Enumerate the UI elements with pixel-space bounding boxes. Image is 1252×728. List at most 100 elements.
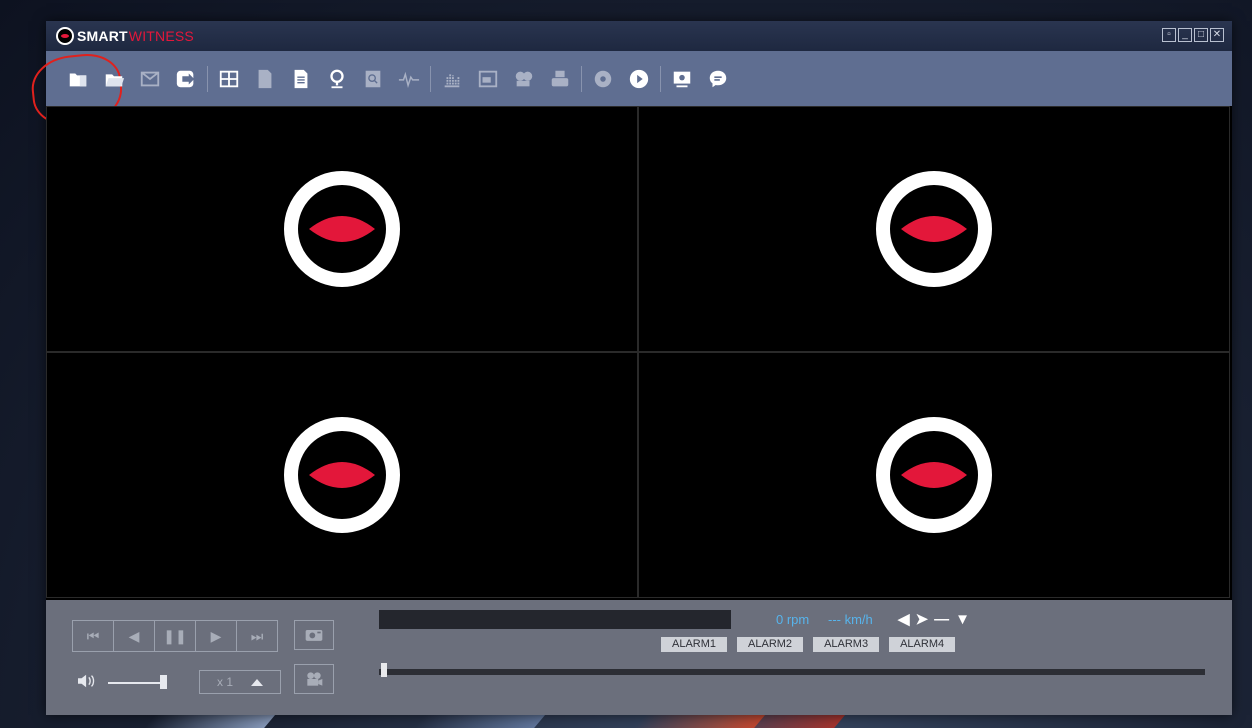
settings-monitor-button[interactable] <box>664 59 700 99</box>
chart-icon <box>444 73 460 87</box>
video-channel-2[interactable] <box>638 106 1230 352</box>
volume-slider-thumb[interactable] <box>160 675 167 689</box>
timeline-track[interactable] <box>379 669 1205 675</box>
rpm-readout: 0 rpm <box>776 612 810 627</box>
alarm-indicators: ALARM1 ALARM2 ALARM3 ALARM4 <box>661 637 956 652</box>
document-icon <box>258 69 272 88</box>
down-arrow-icon: ▼ <box>955 610 970 628</box>
video-channel-1[interactable] <box>46 106 638 352</box>
open-file-icon <box>105 73 125 86</box>
left-arrow-icon: ◀ <box>898 611 910 628</box>
email-icon <box>140 71 160 86</box>
playback-button-group: ⏮ ◀ ❚❚ ▶ ⏭ <box>72 620 278 652</box>
skip-to-start-button[interactable]: ⏮ <box>73 621 114 651</box>
toolbar-separator <box>430 65 431 92</box>
eye-shape-icon <box>901 216 967 242</box>
disc-icon <box>594 70 612 87</box>
map-pin-button[interactable] <box>319 59 355 99</box>
toolbar-separator <box>660 65 661 92</box>
playback-speed-select[interactable]: x 1 <box>199 670 281 694</box>
maximize-icon[interactable]: □ <box>1194 28 1208 42</box>
skip-to-end-button[interactable]: ⏭ <box>237 621 277 651</box>
app-window: SMART WITNESS ▫ _ □ ✕ ⏮ ◀ ❚❚ ▶ ⏭ x 1 0 r… <box>28 21 1232 715</box>
skip-start-icon: ⏮ <box>86 627 100 644</box>
film-reel-button[interactable] <box>506 59 542 99</box>
chat-icon <box>709 70 727 87</box>
minimize-icon[interactable]: _ <box>1178 28 1192 42</box>
video-window-button[interactable] <box>470 59 506 99</box>
report-button[interactable] <box>283 59 319 99</box>
search-document-icon <box>365 70 381 87</box>
restore-small-icon[interactable]: ▫ <box>1162 28 1176 42</box>
toolbar-separator <box>207 65 208 92</box>
map-pin-icon <box>330 69 344 88</box>
disc-button[interactable] <box>585 59 621 99</box>
alarm-1-badge: ALARM1 <box>661 637 728 652</box>
report-icon <box>294 69 308 88</box>
chart-button[interactable] <box>434 59 470 99</box>
logo-text-smart: SMART <box>77 28 128 44</box>
video-grid <box>46 106 1232 600</box>
placeholder-eye-icon <box>284 171 400 287</box>
speed-readout: --- km/h <box>828 612 873 627</box>
speed-up-icon[interactable] <box>251 678 263 686</box>
window-controls: ▫ _ □ ✕ <box>1162 28 1224 42</box>
open-folder-button[interactable] <box>28 49 126 130</box>
speed-label: x 1 <box>216 675 233 689</box>
play-circle-button[interactable] <box>621 59 657 99</box>
alarm-3-badge: ALARM3 <box>813 637 880 652</box>
volume-slider-track[interactable] <box>108 682 166 684</box>
pause-button[interactable]: ❚❚ <box>155 621 196 651</box>
snapshot-button[interactable] <box>294 620 334 650</box>
video-window-icon <box>478 70 498 87</box>
placeholder-eye-icon <box>284 417 400 533</box>
printer-icon <box>551 70 569 86</box>
video-channel-3[interactable] <box>46 352 638 598</box>
export-button[interactable] <box>168 59 204 99</box>
play-icon: ▶ <box>210 627 222 644</box>
record-clip-button[interactable] <box>294 664 334 694</box>
printer-button[interactable] <box>542 59 578 99</box>
film-camera-icon <box>307 672 323 686</box>
eye-shape-icon <box>309 462 375 488</box>
document-button[interactable] <box>247 59 283 99</box>
grid-layout-icon <box>219 70 239 87</box>
open-file-button[interactable] <box>96 59 132 99</box>
email-button[interactable] <box>132 59 168 99</box>
camera-icon <box>305 630 323 641</box>
timeline-thumb[interactable] <box>381 663 387 677</box>
waveform-icon <box>398 71 420 88</box>
title-bar: SMART WITNESS ▫ _ □ ✕ <box>46 21 1232 51</box>
grid-layout-button[interactable] <box>211 59 247 99</box>
logo-eye-icon <box>56 27 74 45</box>
skip-end-icon: ⏭ <box>250 627 264 644</box>
play-reverse-icon: ◀ <box>128 627 140 644</box>
play-circle-icon <box>629 69 649 88</box>
main-toolbar <box>28 49 1232 130</box>
play-button[interactable]: ▶ <box>196 621 237 651</box>
chat-button[interactable] <box>700 59 736 99</box>
placeholder-eye-icon <box>876 417 992 533</box>
settings-monitor-icon <box>673 71 691 87</box>
volume-icon[interactable] <box>76 672 98 690</box>
status-info-bar <box>379 610 731 629</box>
logo-text-witness: WITNESS <box>128 28 194 44</box>
video-channel-4[interactable] <box>638 352 1230 598</box>
close-icon[interactable]: ✕ <box>1210 28 1224 42</box>
film-reel-icon <box>515 71 533 86</box>
alarm-2-badge: ALARM2 <box>737 637 804 652</box>
step-back-button[interactable]: ◀ <box>114 621 155 651</box>
pause-icon: ❚❚ <box>163 627 187 644</box>
eye-shape-icon <box>901 462 967 488</box>
toolbar-separator <box>581 65 582 92</box>
eye-shape-icon <box>309 216 375 242</box>
export-icon <box>176 70 195 87</box>
waveform-button[interactable] <box>391 59 427 99</box>
placeholder-eye-icon <box>876 171 992 287</box>
dash-icon: — <box>934 610 950 628</box>
playback-controls: ⏮ ◀ ❚❚ ▶ ⏭ x 1 0 rpm --- km/h ◀ ➤ — ▼ AL <box>46 600 1232 715</box>
open-folder-icon <box>69 73 87 86</box>
alarm-4-badge: ALARM4 <box>889 637 956 652</box>
search-document-button[interactable] <box>355 59 391 99</box>
direction-indicators: ◀ ➤ — ▼ <box>898 610 970 629</box>
